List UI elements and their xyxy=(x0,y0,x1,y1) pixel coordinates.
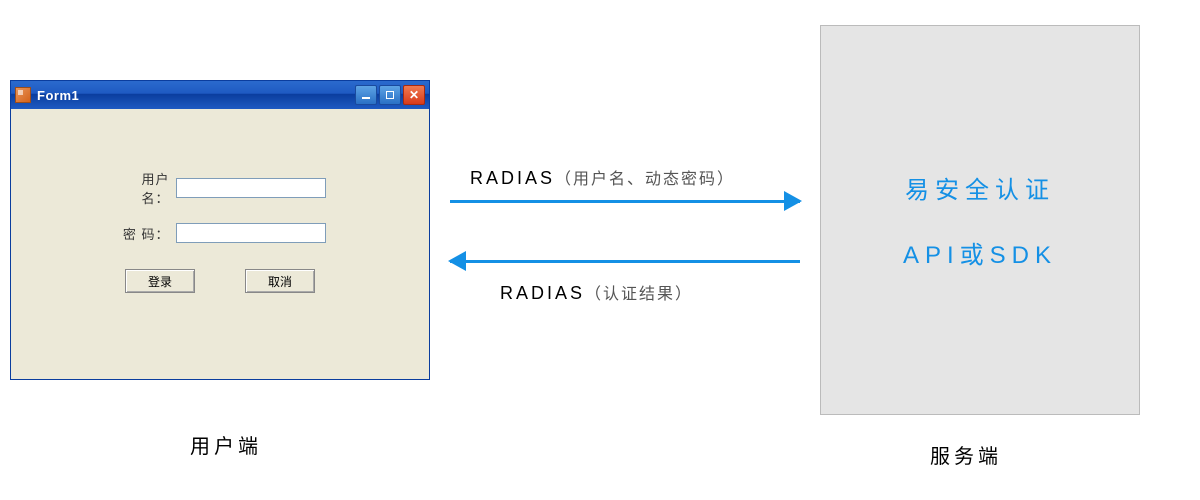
response-protocol: RADIAS xyxy=(500,283,585,303)
client-caption: 用户端 xyxy=(190,430,262,459)
server-caption: 服务端 xyxy=(930,440,1002,469)
form-body: 用户名： 密 码： 登录 取消 xyxy=(11,109,429,379)
maximize-icon xyxy=(386,91,394,99)
close-button[interactable]: ✕ xyxy=(403,85,425,105)
request-arrow-label: RADIAS（用户名、动态密码） xyxy=(470,165,735,189)
maximize-button[interactable] xyxy=(379,85,401,105)
cancel-button[interactable]: 取消 xyxy=(245,269,315,293)
app-icon xyxy=(15,87,31,103)
request-payload: （用户名、动态密码） xyxy=(555,171,735,188)
button-row: 登录 取消 xyxy=(11,269,429,293)
username-input[interactable] xyxy=(176,178,326,198)
window-title: Form1 xyxy=(37,88,355,103)
login-button[interactable]: 登录 xyxy=(125,269,195,293)
minimize-icon xyxy=(362,97,370,99)
close-icon: ✕ xyxy=(409,88,419,102)
username-label: 用户名： xyxy=(115,169,170,207)
username-row: 用户名： xyxy=(11,169,429,207)
password-row: 密 码： xyxy=(11,223,429,243)
password-input[interactable] xyxy=(176,223,326,243)
server-line1: 易安全认证 xyxy=(905,170,1055,205)
minimize-button[interactable] xyxy=(355,85,377,105)
server-line2: API或SDK xyxy=(903,235,1057,270)
window-controls: ✕ xyxy=(355,85,425,105)
response-arrow-label: RADIAS（认证结果） xyxy=(500,280,693,304)
response-arrow xyxy=(450,260,800,263)
request-protocol: RADIAS xyxy=(470,168,555,188)
password-label: 密 码： xyxy=(115,224,170,243)
server-box: 易安全认证 API或SDK xyxy=(820,25,1140,415)
response-payload: （认证结果） xyxy=(585,286,693,303)
client-form-window: Form1 ✕ 用户名： 密 码： 登录 取消 xyxy=(10,80,430,380)
request-arrow xyxy=(450,200,800,203)
titlebar[interactable]: Form1 ✕ xyxy=(11,81,429,109)
